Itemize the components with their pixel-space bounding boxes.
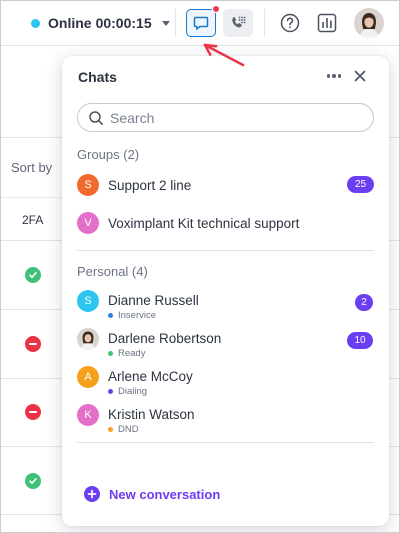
divider: [1, 446, 63, 447]
divider: [1, 309, 63, 310]
user-avatar[interactable]: [354, 8, 384, 38]
status-dot: [108, 389, 113, 394]
column-header-2fa: 2FA: [22, 213, 44, 227]
contact-status: Dialing: [108, 386, 147, 397]
contact-status: Inservice: [108, 310, 156, 321]
contact-avatar: K: [77, 404, 99, 426]
status-timer: 00:00:15: [95, 15, 152, 31]
chats-button[interactable]: [186, 5, 220, 37]
dialpad-icon: [232, 16, 246, 28]
chat-name: Support 2 line: [108, 178, 192, 193]
group-chat-item[interactable]: V Voximplant Kit technical support: [77, 209, 374, 241]
new-conversation-label: New conversation: [109, 486, 221, 502]
divider: [264, 9, 265, 37]
search-icon: [89, 110, 103, 125]
chat-name: Voximplant Kit technical support: [108, 216, 300, 231]
status-label: Online: [48, 15, 92, 31]
divider: [1, 45, 399, 46]
contact-name: Dianne Russell: [108, 293, 199, 308]
avatar-image: [354, 8, 384, 38]
stats-icon: [317, 13, 337, 33]
search-field[interactable]: [77, 103, 374, 132]
status-dot: [108, 427, 113, 432]
group-avatar: V: [77, 212, 99, 234]
contact-name: Kristin Watson: [108, 407, 195, 422]
divider: [1, 378, 63, 379]
personal-section-label: Personal (4): [77, 264, 148, 279]
status-indicator: [31, 18, 40, 28]
personal-chat-item[interactable]: Darlene Robertson Ready 10: [77, 325, 374, 359]
statistics-button[interactable]: [316, 12, 338, 34]
chats-popup: Chats Groups (2) S Support 2 line 25 V: [62, 56, 389, 526]
contact-name: Darlene Robertson: [108, 331, 222, 346]
unread-badge: 10: [347, 332, 373, 349]
check-icon: [25, 267, 41, 283]
contact-status: DND: [108, 424, 139, 435]
divider: [1, 197, 63, 198]
status-text: Dialing: [118, 386, 148, 397]
divider: [175, 9, 176, 37]
personal-chat-item[interactable]: S Dianne Russell Inservice 2: [77, 287, 374, 321]
divider: [77, 442, 374, 443]
contact-status: Ready: [108, 348, 145, 359]
divider: [1, 240, 63, 241]
disabled-icon: [25, 404, 41, 420]
sort-by-label: Sort by: [11, 160, 53, 175]
personal-chat-item[interactable]: A Arlene McCoy Dialing: [77, 363, 374, 397]
status-text: DND: [118, 424, 139, 435]
help-icon: [280, 13, 300, 33]
popup-title: Chats: [78, 69, 117, 85]
status-text: Inservice: [118, 310, 157, 321]
notification-dot: [212, 5, 220, 13]
status-dot: [108, 351, 113, 356]
more-icon: [326, 74, 331, 78]
dialpad-button[interactable]: [223, 9, 253, 37]
divider: [1, 514, 63, 515]
status-text: Ready: [118, 348, 146, 359]
unread-badge: 25: [347, 176, 374, 193]
help-button[interactable]: [279, 12, 301, 34]
groups-section-label: Groups (2): [77, 147, 140, 162]
more-options-button[interactable]: [324, 68, 344, 84]
group-avatar: S: [77, 174, 99, 196]
new-conversation-button[interactable]: New conversation: [84, 486, 220, 502]
plus-icon: [84, 486, 100, 502]
disabled-icon: [25, 336, 41, 352]
group-chat-item[interactable]: S Support 2 line 25: [77, 171, 374, 203]
unread-badge: 2: [355, 294, 373, 311]
check-icon: [25, 473, 41, 489]
close-icon: [354, 70, 366, 82]
personal-chat-item[interactable]: K Kristin Watson DND: [77, 401, 374, 435]
contact-avatar: [77, 328, 99, 350]
chat-icon: [193, 16, 209, 30]
divider: [1, 137, 63, 138]
status-selector[interactable]: Online 00:00:15: [31, 14, 170, 32]
search-input[interactable]: [110, 109, 350, 126]
chevron-down-icon: [161, 20, 170, 26]
app-window: Online 00:00:15 Sort by 2FA Chats Search…: [0, 0, 400, 533]
contact-avatar: A: [77, 366, 99, 388]
status-dot: [108, 313, 113, 318]
close-button[interactable]: [352, 68, 368, 84]
avatar-image: [77, 328, 99, 350]
top-bar: Online 00:00:15: [1, 1, 399, 45]
contact-avatar: S: [77, 290, 99, 312]
divider: [77, 250, 374, 251]
contact-name: Arlene McCoy: [108, 369, 193, 384]
